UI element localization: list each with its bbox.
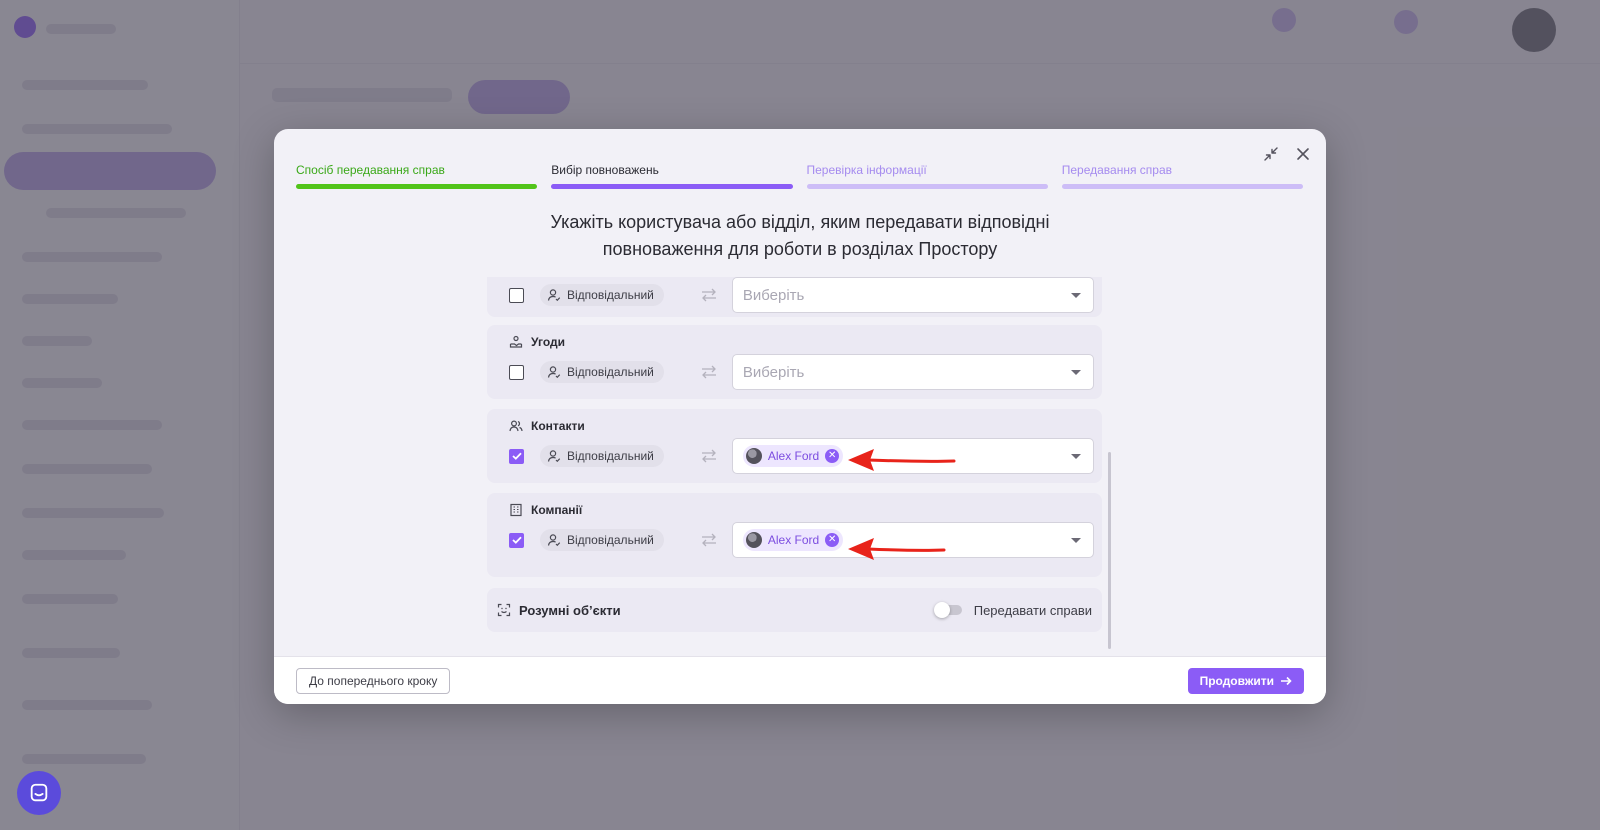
checkmark-icon [511,452,522,460]
heading-line-1: Укажіть користувача або відділ, яким пер… [550,212,1050,232]
transfer-arrows-icon [700,449,718,463]
assign-row: Відповідальний Виберіть [509,277,1102,313]
assignee-select[interactable]: Виберіть [731,354,1094,390]
section-deals: Угоди Відповідальний Виберіть [487,325,1102,399]
role-chip: Відповідальний [540,445,664,467]
annotation-arrow [848,538,946,560]
avatar [745,448,762,464]
section-title-text: Контакти [531,419,585,433]
assignee-name: Alex Ford [767,533,820,547]
step-label: Перевірка інформації [806,163,927,177]
chevron-down-icon[interactable] [1070,453,1081,459]
arrow-right-icon [1281,676,1292,686]
role-chip: Відповідальний [540,529,664,551]
user-check-icon [547,366,561,379]
assign-row: Відповідальний Виберіть [509,354,1102,390]
assignee-tag: Alex Ford ✕ [742,529,844,551]
select-placeholder: Виберіть [742,363,805,381]
step-progress-bar [551,184,793,189]
transfer-cases-toggle[interactable] [933,602,962,618]
permissions-list[interactable]: Відповідальний Виберіть Угоди Відповідал… [487,277,1102,649]
continue-button[interactable]: Продовжити [1187,668,1304,694]
remove-tag-icon[interactable]: ✕ [825,449,840,463]
remove-tag-icon[interactable]: ✕ [825,533,840,547]
wizard-steps: Спосіб передавання справ Вибір повноваже… [296,163,1303,189]
section-companies: Компанії Відповідальний Alex Ford ✕ [487,493,1102,577]
handshake-icon [509,335,523,348]
assignee-name: Alex Ford [767,449,820,463]
step-label: Вибір повноважень [551,163,659,177]
user-check-icon [547,289,561,302]
window-controls [1262,145,1312,163]
step-label: Спосіб передавання справ [296,163,445,177]
transfer-cases-modal: Спосіб передавання справ Вибір повноваже… [274,129,1326,704]
toggle-label: Передавати справи [973,602,1092,618]
step-progress-bar [1061,184,1303,189]
annotation-arrow [848,449,956,471]
role-label: Відповідальний [567,533,654,547]
section-title: Контакти [509,419,585,433]
section-title: Угоди [509,335,565,349]
section-contacts: Контакти Відповідальний Alex Ford ✕ [487,409,1102,483]
section-title: Розумні об’єкти [497,603,621,618]
section-title-text: Розумні об’єкти [519,602,621,618]
step-permissions: Вибір повноважень [551,163,793,189]
previous-step-button[interactable]: До попереднього кроку [296,668,451,694]
step-progress-bar [806,184,1048,189]
transfer-arrows-icon [700,533,718,547]
step-progress-bar [296,184,538,189]
user-check-icon [547,450,561,463]
section-checkbox[interactable] [509,364,524,380]
role-label: Відповідальний [567,449,654,463]
section-smart-objects: Розумні об’єкти Передавати справи [487,588,1102,632]
users-icon [509,420,523,432]
collapse-icon[interactable] [1262,145,1280,163]
chevron-down-icon[interactable] [1070,537,1081,543]
role-chip: Відповідальний [540,361,664,383]
transfer-cases-toggle-group: Передавати справи [933,602,1092,618]
section-title-text: Угоди [531,335,566,349]
section-checkbox[interactable] [509,448,524,464]
step-label: Передавання справ [1061,163,1173,177]
step-transfer: Передавання справ [1061,163,1303,189]
step-transfer-method: Спосіб передавання справ [296,163,538,189]
modal-heading: Укажіть користувача або відділ, яким пер… [274,209,1326,263]
section-previous: Відповідальний Виберіть [487,277,1102,317]
avatar [745,532,762,548]
transfer-arrows-icon [700,365,718,379]
chat-launcher-button[interactable] [17,771,61,815]
step-review: Перевірка інформації [806,163,1048,189]
assign-row: Відповідальний Alex Ford ✕ [509,522,1102,558]
select-placeholder: Виберіть [742,286,805,304]
assign-row: Відповідальний Alex Ford ✕ [509,438,1102,474]
building-icon [510,503,522,517]
role-chip: Відповідальний [540,284,664,306]
section-title: Компанії [509,503,582,517]
close-icon[interactable] [1294,145,1312,163]
section-checkbox[interactable] [509,532,524,548]
assignee-select[interactable]: Виберіть [731,277,1094,313]
modal-footer: До попереднього кроку Продовжити [274,656,1326,704]
user-check-icon [547,534,561,547]
chevron-down-icon[interactable] [1070,369,1081,375]
section-title-text: Компанії [531,503,583,517]
checkmark-icon [511,536,522,544]
assignee-tag: Alex Ford ✕ [742,445,844,467]
chevron-down-icon[interactable] [1070,292,1081,298]
role-label: Відповідальний [567,365,654,379]
continue-label: Продовжити [1199,674,1274,688]
role-label: Відповідальний [567,288,654,302]
scrollbar-thumb[interactable] [1108,452,1111,649]
transfer-arrows-icon [700,288,718,302]
scan-icon [497,603,511,617]
heading-line-2: повноваження для роботи в розділах Прост… [602,239,998,259]
section-checkbox[interactable] [509,287,524,303]
chat-icon [30,783,48,802]
